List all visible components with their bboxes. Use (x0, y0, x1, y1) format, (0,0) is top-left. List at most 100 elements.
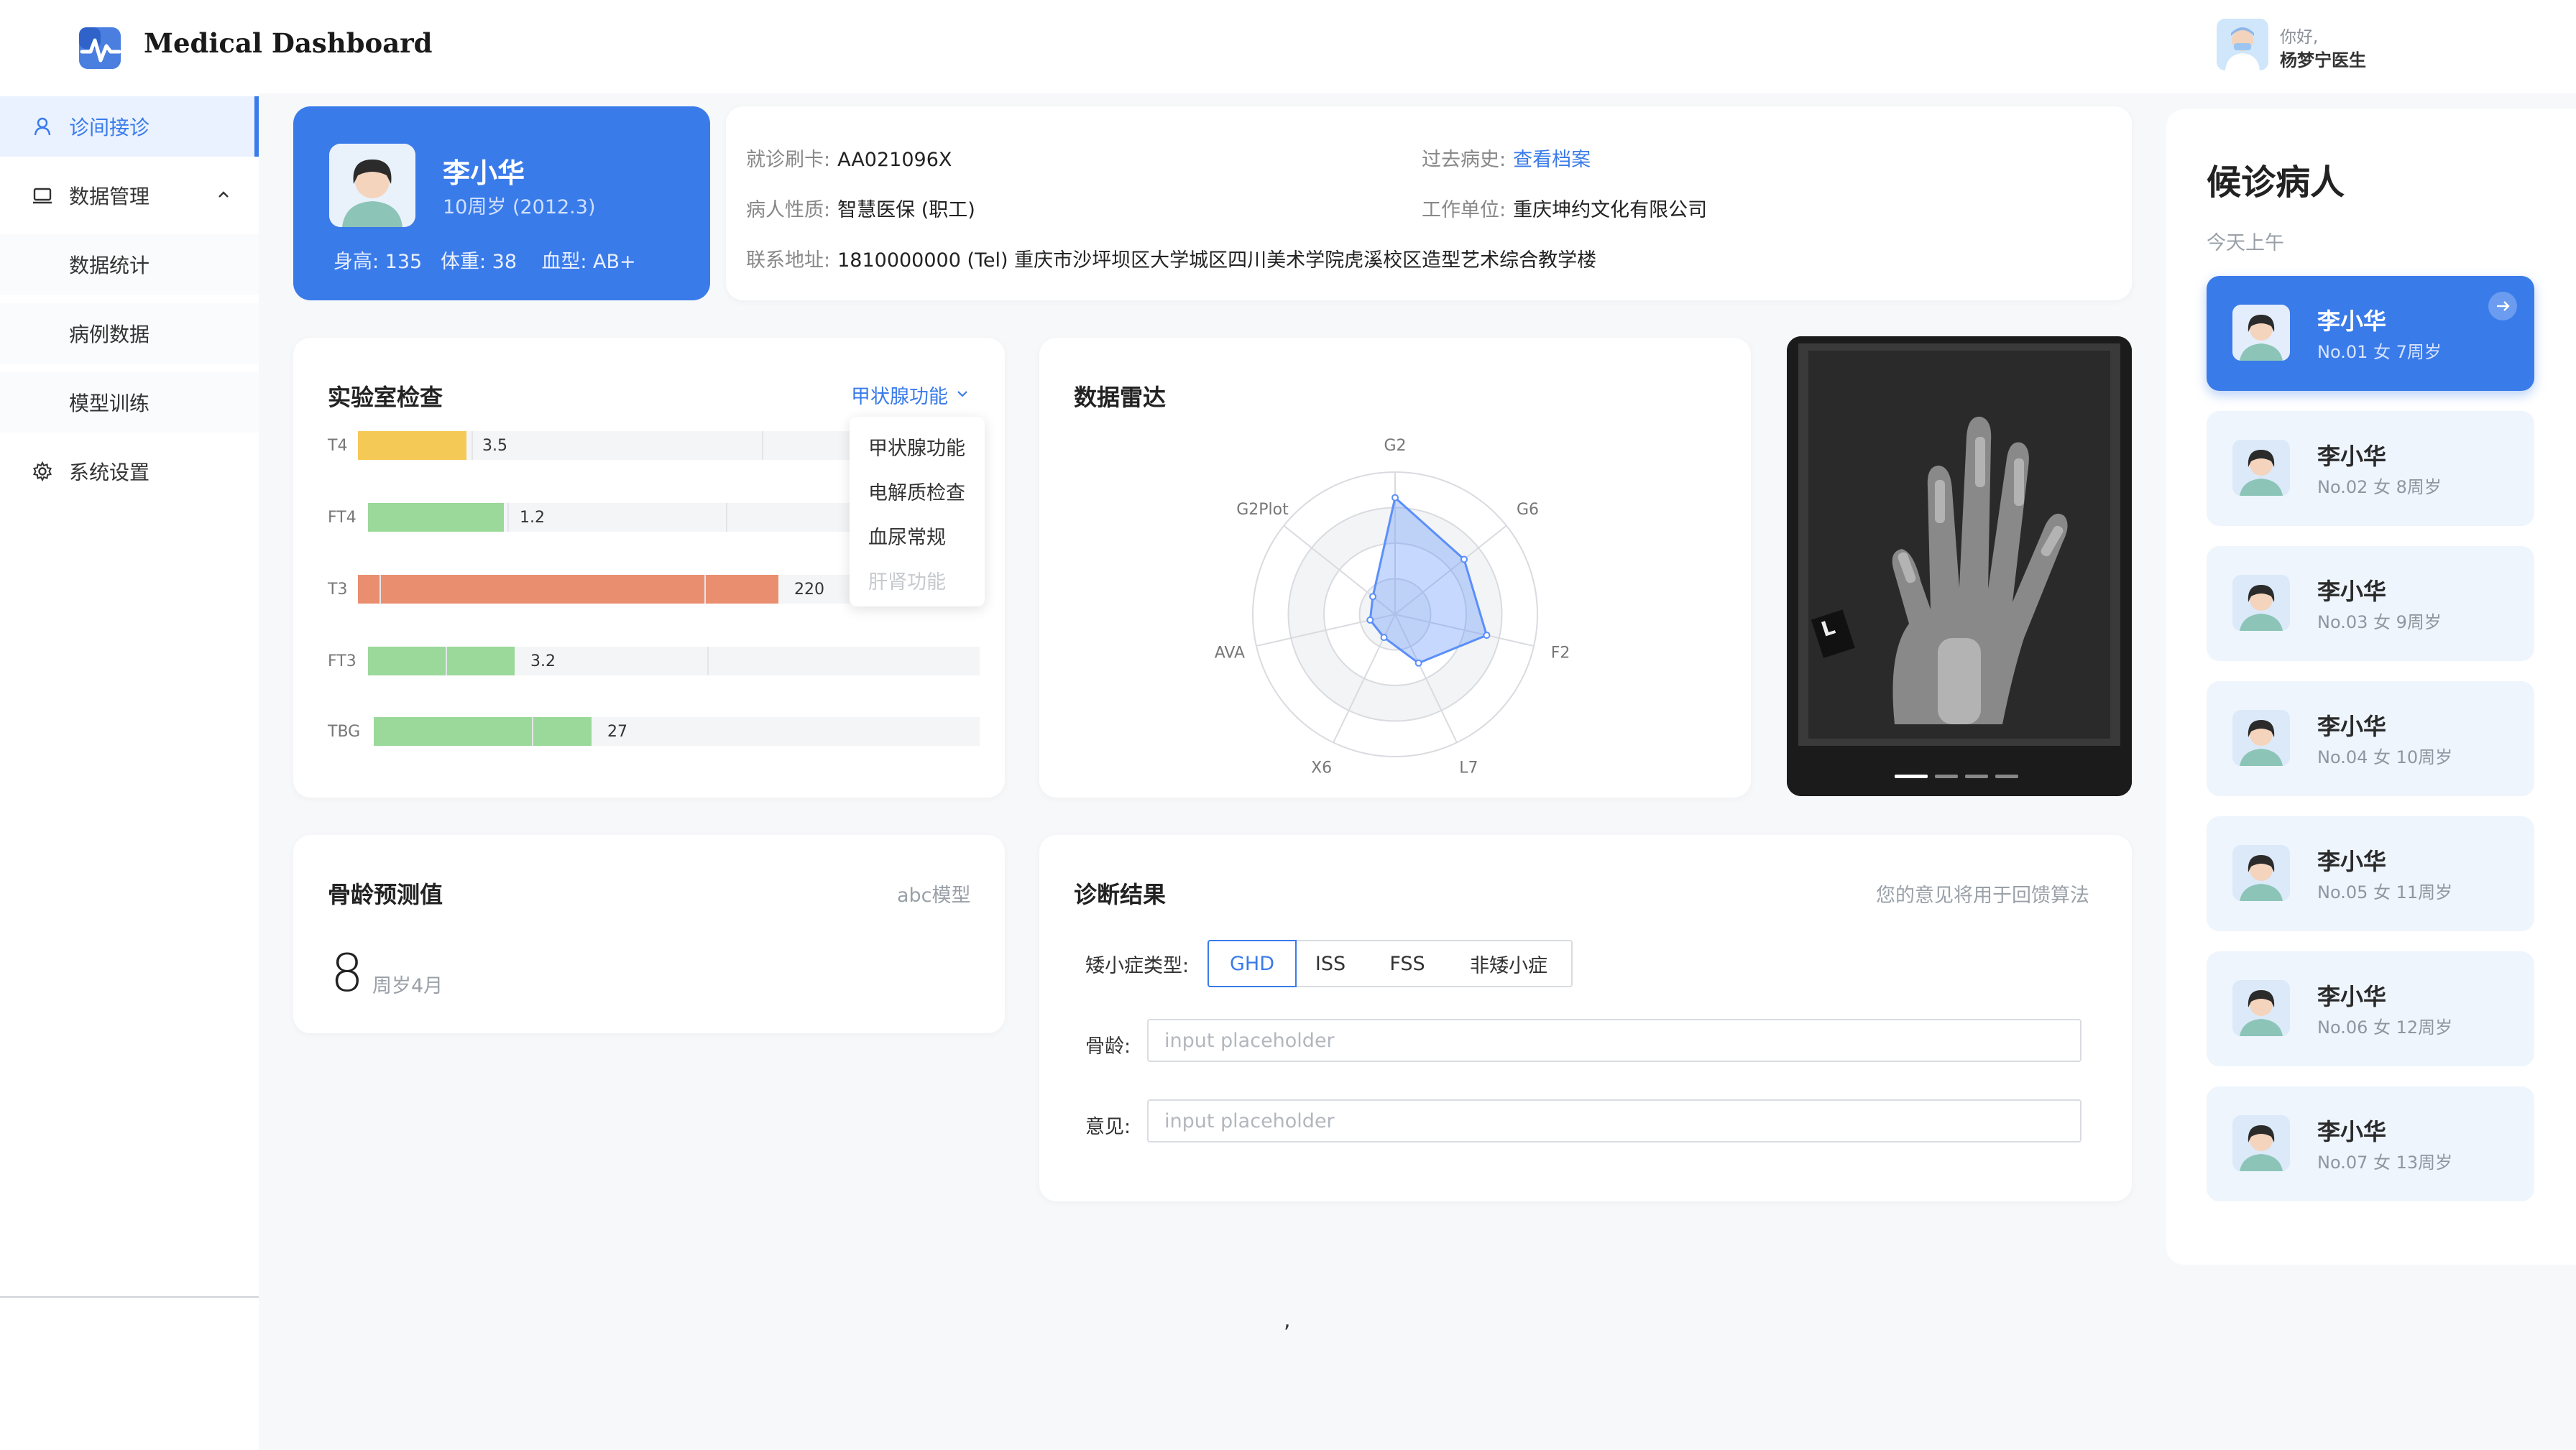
sidebar-item-case-data[interactable]: 病例数据 (0, 303, 259, 364)
bar-category-label: FT3 (328, 652, 356, 670)
patient-summary-card: 李小华 10周岁 (2012.3) 身高: 135 体重: 38 血型: AB+ (293, 106, 710, 300)
bar-t4[interactable] (358, 431, 466, 460)
bone-age-unit: 周岁4月 (372, 975, 443, 997)
carousel-dot[interactable] (1965, 775, 1988, 778)
waiting-patient-name: 李小华 (2317, 848, 2387, 875)
app-title: Medical Dashboard (144, 27, 433, 59)
radar-axis-label: G6 (1517, 501, 1539, 519)
type-option-non-short[interactable]: 非矮小症 (1446, 940, 1573, 987)
arrow-right-icon[interactable] (2488, 292, 2517, 320)
waiting-patient-card[interactable]: 李小华 No.01 女 7周岁 (2207, 276, 2534, 391)
monitor-icon (33, 188, 52, 204)
bar-tbg[interactable] (374, 717, 592, 746)
bar-gridline (380, 575, 381, 604)
app-logo-icon (79, 27, 121, 69)
sidebar-divider (0, 1296, 259, 1298)
bar-ft3[interactable] (368, 647, 515, 675)
bar-value-label: 3.2 (530, 652, 556, 670)
bar-gridline (532, 717, 533, 746)
chevron-down-icon[interactable] (956, 389, 969, 398)
waiting-patient-meta: No.06 女 12周岁 (2317, 1017, 2453, 1038)
stray-text: , (1284, 1308, 1291, 1333)
bar-gridline (707, 647, 709, 675)
user-icon (34, 117, 51, 136)
waiting-patient-card[interactable]: 李小华 No.07 女 13周岁 (2207, 1086, 2534, 1201)
sidebar-item-settings[interactable]: 系统设置 (0, 441, 259, 502)
waiting-patient-card[interactable]: 李小华 No.02 女 8周岁 (2207, 411, 2534, 526)
radar-chart: G2 G6 F2 L7 X6 AVA G2Plot (1215, 437, 1570, 777)
sidebar-item-label: 病例数据 (69, 323, 150, 346)
dropdown-option-thyroid[interactable]: 甲状腺功能 (868, 433, 965, 461)
waiting-patient-name: 李小华 (2317, 1118, 2387, 1145)
hand-xray-image: L (1787, 336, 2132, 796)
bar-ft4[interactable] (368, 503, 504, 532)
waiting-patient-name: 李小华 (2317, 308, 2387, 335)
patient-info-card: 就诊刷卡: AA021096X 过去病史: 查看档案 病人性质: 智慧医保 (职工) … (726, 106, 2132, 300)
bone-age-card: 骨龄预测值 abc模型 8 周岁4月 (293, 835, 1005, 1033)
waiting-patient-card[interactable]: 李小华 No.06 女 12周岁 (2207, 951, 2534, 1066)
lab-type-select[interactable]: 甲状腺功能 (851, 381, 948, 409)
xray-image-carousel[interactable]: L (1787, 336, 2132, 796)
type-option-fss[interactable]: FSS (1368, 940, 1448, 987)
bone-age-field-label: 骨龄: (1085, 1035, 1131, 1058)
patient-avatar (2232, 1115, 2290, 1171)
opinion-input[interactable] (1147, 1099, 2082, 1142)
waiting-patient-card[interactable]: 李小华 No.03 女 9周岁 (2207, 546, 2534, 661)
sidebar-item-data-statistics[interactable]: 数据统计 (0, 234, 259, 295)
work-unit-value: 重庆坤约文化有限公司 (1513, 199, 1708, 221)
bar-value-label: 3.5 (482, 437, 507, 455)
sidebar-item-data-management[interactable]: 数据管理 (0, 165, 259, 226)
address-value: 1810000000 (Tel) 重庆市沙坪坝区大学城区四川美术学院虎溪校区造型… (837, 249, 1597, 272)
radar-axis-label: G2Plot (1236, 501, 1289, 519)
radar-axis-label: F2 (1551, 645, 1570, 662)
radar-point[interactable] (1392, 494, 1399, 502)
sidebar: 诊间接诊 数据管理 数据统计 病例数据 模型训练 系统设置 (0, 93, 259, 1450)
model-name: abc模型 (897, 885, 971, 907)
waiting-patient-meta: No.07 女 13周岁 (2317, 1153, 2453, 1173)
dropdown-option-electrolyte[interactable]: 电解质检查 (868, 477, 965, 505)
diagnosis-card: 诊断结果 您的意见将用于回馈算法 矮小症类型: GHD ISS FSS 非矮小症… (1039, 835, 2132, 1201)
data-radar-card: 数据雷达 G2 G6 F2 L7 X6 AVA G2Plot (1039, 338, 1751, 798)
waiting-patient-meta: No.03 女 9周岁 (2317, 612, 2442, 632)
lab-card-title: 实验室检查 (328, 384, 443, 411)
bar-value-label: 27 (607, 723, 627, 741)
sidebar-item-label: 诊间接诊 (69, 116, 150, 139)
carousel-dot[interactable] (1995, 775, 2018, 778)
radar-point[interactable] (1380, 634, 1388, 642)
type-option-ghd[interactable]: GHD (1208, 940, 1297, 987)
waiting-patient-name: 李小华 (2317, 578, 2387, 605)
waiting-patient-name: 李小华 (2317, 983, 2387, 1010)
radar-point[interactable] (1460, 555, 1468, 563)
patient-avatar (2232, 845, 2290, 901)
chevron-up-icon (218, 191, 229, 198)
history-label: 过去病史: (1422, 149, 1506, 171)
dropdown-option-blood-urine[interactable]: 血尿常规 (868, 522, 946, 550)
carousel-dot[interactable] (1935, 775, 1958, 778)
bar-t3[interactable] (358, 575, 778, 604)
sidebar-item-model-training[interactable]: 模型训练 (0, 372, 259, 433)
radar-point[interactable] (1483, 632, 1491, 639)
view-records-link[interactable]: 查看档案 (1513, 149, 1591, 171)
diagnosis-title: 诊断结果 (1074, 881, 1167, 908)
radar-point[interactable] (1414, 659, 1422, 667)
radar-point[interactable] (1369, 593, 1377, 601)
patient-avatar (2232, 710, 2290, 766)
radar-axis-label: X6 (1311, 759, 1332, 777)
waiting-patient-meta: No.02 女 8周岁 (2317, 477, 2442, 497)
patient-avatar (2232, 440, 2290, 496)
bone-age-input[interactable] (1147, 1019, 2082, 1062)
bar-gridline (507, 503, 509, 532)
radar-point[interactable] (1366, 616, 1374, 624)
carousel-dot-active[interactable] (1895, 775, 1928, 778)
work-unit-label: 工作单位: (1422, 199, 1506, 221)
diagnosis-hint: 您的意见将用于回馈算法 (1876, 885, 2089, 907)
doctor-name: 杨梦宁医生 (2280, 50, 2366, 70)
address-row: 联系地址: 1810000000 (Tel) 重庆市沙坪坝区大学城区四川美术学院虎… (746, 244, 1596, 272)
waiting-patient-card[interactable]: 李小华 No.04 女 10周岁 (2207, 681, 2534, 796)
greeting-text: 你好, (2280, 28, 2319, 47)
sidebar-item-consultation[interactable]: 诊间接诊 (0, 96, 259, 157)
type-option-iss[interactable]: ISS (1292, 940, 1370, 987)
bar-gridline (472, 431, 473, 460)
doctor-avatar[interactable] (2217, 19, 2268, 70)
waiting-patient-card[interactable]: 李小华 No.05 女 11周岁 (2207, 816, 2534, 931)
